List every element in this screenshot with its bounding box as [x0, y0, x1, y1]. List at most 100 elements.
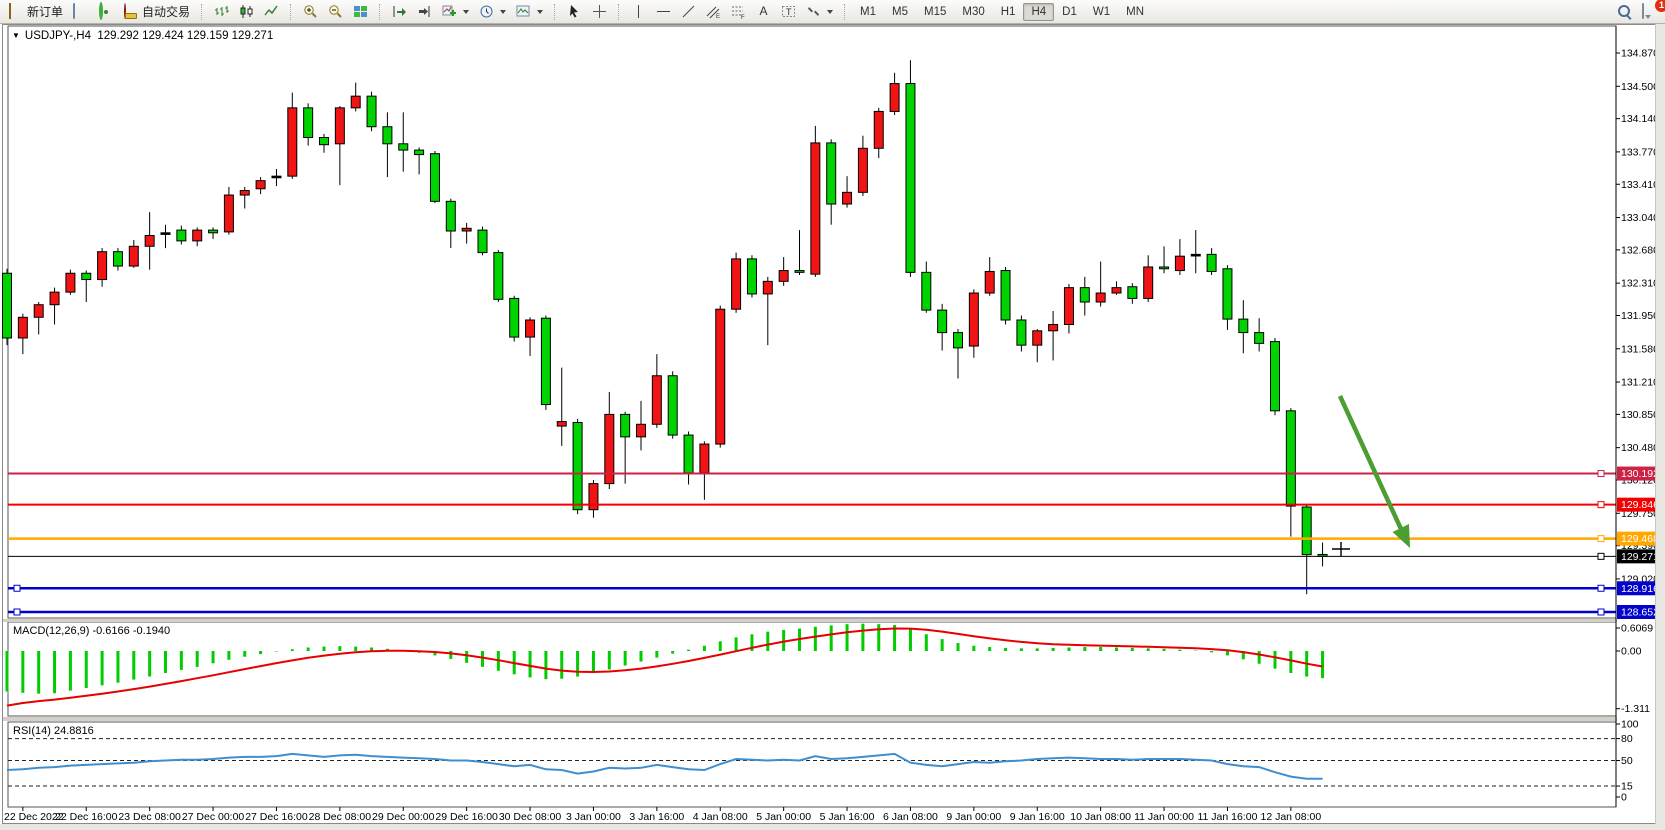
svg-text:131.580: 131.580 — [1621, 343, 1659, 355]
tf-m5[interactable]: M5 — [884, 3, 916, 21]
candle — [779, 271, 788, 282]
zoom-in-button[interactable] — [298, 3, 323, 20]
candle — [1096, 293, 1105, 302]
fibonacci-tool[interactable]: F — [726, 3, 751, 20]
svg-text:128.916: 128.916 — [1621, 583, 1659, 595]
tf-m15[interactable]: M15 — [916, 3, 954, 21]
symbol-period-label: USDJPY-,H4 — [25, 30, 91, 42]
candles-layer — [3, 60, 1328, 594]
candle — [272, 176, 281, 178]
pane-splitter — [3, 717, 1655, 721]
tf-m1[interactable]: M1 — [852, 3, 884, 21]
zoom-out-button[interactable] — [323, 3, 348, 20]
text-tool[interactable]: A — [751, 3, 776, 20]
svg-text:27 Dec 16:00: 27 Dec 16:00 — [245, 811, 308, 823]
zoom-in-icon — [303, 4, 318, 19]
arrows-tool[interactable] — [801, 3, 838, 20]
candle — [399, 144, 408, 150]
cursor-tool-button[interactable] — [562, 3, 587, 20]
candle — [668, 376, 677, 435]
candle — [890, 84, 899, 112]
tf-mn[interactable]: MN — [1118, 3, 1152, 21]
trendline-tool[interactable] — [676, 3, 701, 20]
candle — [732, 259, 741, 309]
chart-canvas[interactable]: 134.870134.500134.140133.770133.410133.0… — [0, 0, 1665, 830]
line-chart-button[interactable] — [259, 3, 284, 20]
svg-text:23 Dec 08:00: 23 Dec 08:00 — [118, 811, 181, 823]
time-axis[interactable]: 22 Dec 202222 Dec 16:0023 Dec 08:0027 De… — [4, 807, 1321, 823]
svg-text:30 Dec 08:00: 30 Dec 08:00 — [499, 811, 562, 823]
vertical-scrollbar[interactable] — [1655, 0, 1665, 830]
candle — [763, 281, 772, 294]
price-levels-layer[interactable] — [8, 471, 1616, 615]
rsi-indicator-label: RSI(14) 24.8816 — [13, 725, 94, 737]
candle — [1080, 288, 1089, 302]
candle — [843, 192, 852, 204]
level-handle — [1598, 502, 1604, 508]
chart-window-button[interactable] — [68, 3, 93, 20]
bar-chart-button[interactable] — [209, 3, 234, 20]
chevron-down-icon: ▼ — [12, 31, 20, 40]
tf-h1[interactable]: H1 — [993, 3, 1024, 21]
svg-text:130.480: 130.480 — [1621, 442, 1659, 454]
candle — [145, 235, 154, 246]
candle — [1049, 324, 1058, 330]
candle — [1128, 287, 1137, 299]
vertical-line-tool[interactable] — [626, 3, 651, 20]
line-chart-icon — [264, 4, 279, 19]
search-button[interactable] — [1612, 3, 1637, 20]
down-arrow-annotation[interactable] — [1340, 396, 1401, 529]
svg-text:131.210: 131.210 — [1621, 377, 1659, 389]
periods-button[interactable] — [474, 3, 511, 20]
arrows-tool-icon — [806, 4, 821, 19]
candle — [3, 273, 12, 338]
cloud-icon — [73, 4, 88, 19]
rsi-layer — [7, 739, 1616, 786]
macd-layer — [7, 624, 1323, 706]
candle — [256, 181, 265, 189]
svg-text:E: E — [716, 14, 720, 19]
data-feed-button[interactable] — [93, 3, 118, 20]
candle — [1223, 269, 1232, 319]
auto-scroll-button[interactable] — [387, 3, 412, 20]
channel-tool[interactable]: E — [701, 3, 726, 20]
candle — [811, 143, 820, 274]
svg-text:132.310: 132.310 — [1621, 278, 1659, 290]
candle — [82, 273, 91, 279]
svg-text:9 Jan 16:00: 9 Jan 16:00 — [1010, 811, 1065, 823]
tf-h4[interactable]: H4 — [1023, 3, 1054, 21]
indicators-button[interactable] — [437, 3, 474, 20]
candle — [526, 320, 535, 337]
auto-trading-button[interactable]: 自动交易 — [118, 2, 195, 21]
candle — [1191, 254, 1200, 256]
tf-w1[interactable]: W1 — [1085, 3, 1118, 21]
tf-d1[interactable]: D1 — [1054, 3, 1085, 21]
label-tool[interactable]: T — [776, 3, 801, 20]
crosshair-tool-button[interactable] — [587, 3, 612, 20]
svg-text:134.870: 134.870 — [1621, 48, 1659, 60]
candlestick-icon — [239, 4, 254, 19]
chart-shift-button[interactable] — [412, 3, 437, 20]
tf-m30[interactable]: M30 — [954, 3, 992, 21]
templates-button[interactable] — [511, 3, 548, 20]
candle — [557, 422, 566, 426]
trendline-icon — [681, 4, 696, 19]
svg-text:133.410: 133.410 — [1621, 179, 1659, 191]
rsi-line — [7, 754, 1323, 779]
notifications-button[interactable]: 1 — [1637, 3, 1662, 20]
candle — [1255, 333, 1264, 344]
candle — [304, 108, 313, 138]
candle — [34, 305, 43, 318]
candlestick-button[interactable] — [234, 3, 259, 20]
svg-text:100: 100 — [1621, 719, 1639, 731]
svg-text:132.680: 132.680 — [1621, 244, 1659, 256]
tile-windows-button[interactable] — [348, 3, 373, 20]
candle — [922, 272, 931, 310]
new-order-button[interactable]: 新订单 — [3, 2, 68, 21]
horizontal-line-tool[interactable] — [651, 3, 676, 20]
candle — [985, 271, 994, 293]
svg-text:29 Dec 00:00: 29 Dec 00:00 — [372, 811, 435, 823]
clock-icon — [479, 4, 494, 19]
auto-trading-icon — [123, 4, 138, 19]
auto-trading-label: 自动交易 — [142, 3, 190, 20]
